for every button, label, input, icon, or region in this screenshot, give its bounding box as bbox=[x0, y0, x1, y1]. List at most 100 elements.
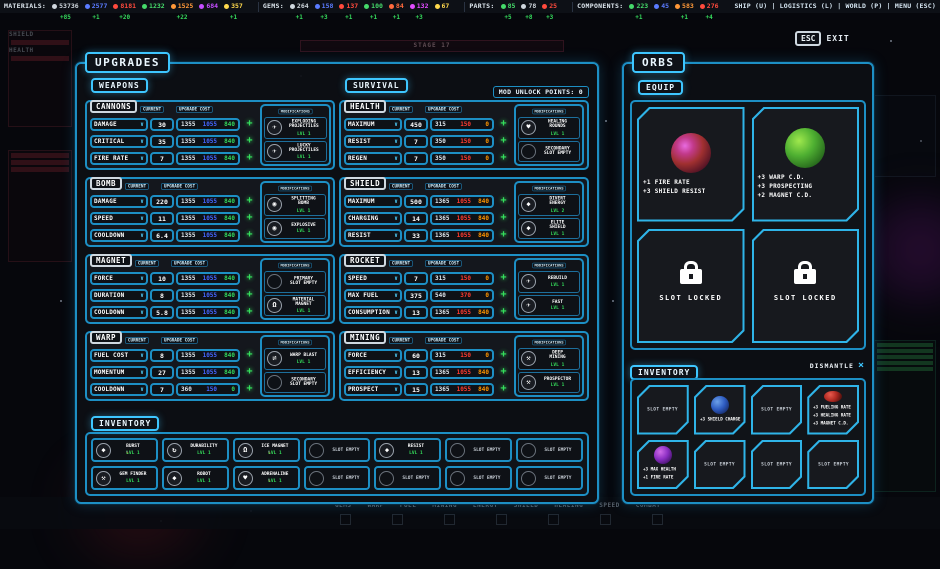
stat-dropdown-force[interactable]: FORCE∨ bbox=[90, 272, 148, 285]
stat-dropdown-speed[interactable]: SPEED∨ bbox=[90, 212, 148, 225]
stat-dropdown-cooldown[interactable]: COOLDOWN∨ bbox=[90, 306, 148, 319]
inventory-item-name: RESIST bbox=[401, 444, 431, 449]
mod-slot-exploding-projectiles[interactable]: ✈EXPLODING PROJECTILESLVL 1 bbox=[264, 117, 327, 139]
mod-slot-healing-rounds[interactable]: ♥HEALING ROUNDSLVL 1 bbox=[518, 117, 580, 139]
stat-dropdown-efficiency[interactable]: EFFICIENCY∨ bbox=[344, 366, 402, 379]
mod-slot-empty[interactable]: SECONDARY SLOT EMPTY bbox=[518, 141, 580, 163]
upgrade-plus-button[interactable]: + bbox=[496, 272, 511, 285]
inventory-slot-empty[interactable]: SLOT EMPTY bbox=[516, 438, 583, 462]
stat-dropdown-speed[interactable]: SPEED∨ bbox=[344, 272, 402, 285]
stat-dropdown-critical[interactable]: CRITICAL∨ bbox=[90, 135, 148, 148]
orb-inventory-slot-empty[interactable]: SLOT EMPTY bbox=[807, 440, 859, 490]
orb-stat-line: +1 FIRE RATE bbox=[643, 178, 706, 187]
mod-slot-explosive[interactable]: ◉EXPLOSIVELVL 1 bbox=[264, 218, 326, 240]
orb-inventory-slot[interactable]: +3 MAX HEALTH+1 FIRE RATE bbox=[637, 440, 689, 490]
upgrade-plus-button[interactable]: + bbox=[496, 152, 511, 165]
upgrade-plus-button[interactable]: + bbox=[496, 383, 511, 396]
inventory-item-ice-magnet[interactable]: ΩICE MAGNET★ LVL 1 bbox=[233, 438, 300, 462]
upgrade-plus-button[interactable]: + bbox=[496, 366, 511, 379]
upgrade-plus-button[interactable]: + bbox=[242, 383, 257, 396]
stat-dropdown-resist[interactable]: RESIST∨ bbox=[344, 135, 402, 148]
mod-slot-material-magnet[interactable]: ΩMATERIAL MAGNETLVL 1 bbox=[264, 295, 326, 317]
stat-dropdown-consumption[interactable]: CONSUMPTION∨ bbox=[344, 306, 402, 319]
stat-dropdown-fuel-cost[interactable]: FUEL COST∨ bbox=[90, 349, 148, 362]
orb-inventory-slot-empty[interactable]: SLOT EMPTY bbox=[637, 385, 689, 435]
chevron-down-icon: ∨ bbox=[140, 215, 144, 222]
mod-slot-elite-shield[interactable]: ◆ELITE SHIELDLVL 1 bbox=[518, 218, 580, 240]
orb-inventory-slot-empty[interactable]: SLOT EMPTY bbox=[694, 440, 746, 490]
mod-slot-splitting-bomb[interactable]: ◉SPLITTING BOMBLVL 1 bbox=[264, 194, 326, 216]
inventory-item-burst[interactable]: ◆BURST★ LVL 1 bbox=[91, 438, 158, 462]
stat-dropdown-resist[interactable]: RESIST∨ bbox=[344, 229, 402, 242]
chevron-down-icon: ∨ bbox=[140, 309, 144, 316]
chevron-down-icon: ∨ bbox=[140, 155, 144, 162]
stat-dropdown-duration[interactable]: DURATION∨ bbox=[90, 289, 148, 302]
mod-slot-prospector[interactable]: ⚒PROSPECTORLVL 1 bbox=[518, 372, 580, 394]
stat-dropdown-charging[interactable]: CHARGING∨ bbox=[344, 212, 402, 225]
inventory-item-resist[interactable]: ◆RESISTLVL 1 bbox=[374, 438, 441, 462]
upgrade-plus-button[interactable]: + bbox=[496, 212, 511, 225]
inventory-slot-empty[interactable]: SLOT EMPTY bbox=[516, 466, 583, 490]
upgrade-plus-button[interactable]: + bbox=[242, 152, 257, 165]
orb-inventory-slot[interactable]: +3 FUELING RATE+3 HEALING RATE+3 MAGNET … bbox=[807, 385, 859, 435]
mod-slot-rebuild[interactable]: ✈REBUILDLVL 1 bbox=[518, 271, 580, 293]
stat-dropdown-cooldown[interactable]: COOLDOWN∨ bbox=[90, 383, 148, 396]
stat-dropdown-damage[interactable]: DAMAGE∨ bbox=[90, 118, 148, 131]
mod-slot-fast[interactable]: ✈FASTLVL 1 bbox=[518, 295, 580, 317]
inventory-slot-empty[interactable]: SLOT EMPTY bbox=[374, 466, 441, 490]
orb-equip-slot[interactable]: +1 FIRE RATE+3 SHIELD RESIST bbox=[637, 107, 745, 222]
stat-dropdown-cooldown[interactable]: COOLDOWN∨ bbox=[90, 229, 148, 242]
mod-slot-deep-mining[interactable]: ⚒DEEP MININGLVL 1 bbox=[518, 348, 580, 370]
inventory-item-adrenaline[interactable]: ♥ADRENALINE★ LVL 1 bbox=[233, 466, 300, 490]
menu-links[interactable]: SHIP (U) | LOGISTICS (L) | WORLD (P) | M… bbox=[734, 0, 936, 13]
mod-slot-empty[interactable]: SECONDARY SLOT EMPTY bbox=[264, 372, 326, 394]
stat-dropdown-maximum[interactable]: MAXIMUM∨ bbox=[344, 118, 402, 131]
upgrade-plus-button[interactable]: + bbox=[496, 195, 511, 208]
stat-dropdown-fire-rate[interactable]: FIRE RATE∨ bbox=[90, 152, 148, 165]
upgrade-plus-button[interactable]: + bbox=[242, 272, 257, 285]
stat-dropdown-max-fuel[interactable]: MAX FUEL∨ bbox=[344, 289, 402, 302]
upgrade-plus-button[interactable]: + bbox=[496, 289, 511, 302]
upgrade-plus-button[interactable]: + bbox=[242, 306, 257, 319]
stat-dropdown-momentum[interactable]: MOMENTUM∨ bbox=[90, 366, 148, 379]
stat-dropdown-prospect[interactable]: PROSPECT∨ bbox=[344, 383, 402, 396]
cost-value: 1055 bbox=[203, 275, 217, 282]
upgrade-plus-button[interactable]: + bbox=[242, 212, 257, 225]
upgrade-plus-button[interactable]: + bbox=[242, 229, 257, 242]
dismantle-button[interactable]: DISMANTLE × bbox=[810, 361, 864, 371]
upgrade-plus-button[interactable]: + bbox=[496, 135, 511, 148]
inventory-slot-empty[interactable]: SLOT EMPTY bbox=[304, 466, 371, 490]
upgrade-plus-button[interactable]: + bbox=[242, 135, 257, 148]
mod-slot-lucky-projectiles[interactable]: ✈LUCKY PROJECTILESLVL 1 bbox=[264, 141, 327, 163]
stat-dropdown-damage[interactable]: DAMAGE∨ bbox=[90, 195, 148, 208]
mod-slot-warp-blast[interactable]: ⇌WARP BLASTLVL 1 bbox=[264, 348, 326, 370]
stat-dropdown-force[interactable]: FORCE∨ bbox=[344, 349, 402, 362]
mod-slot-empty[interactable]: PRIMARY SLOT EMPTY bbox=[264, 271, 326, 293]
inventory-item-robot[interactable]: ◆ROBOTLVL 1 bbox=[162, 466, 229, 490]
upgrade-plus-button[interactable]: + bbox=[496, 118, 511, 131]
upgrade-plus-button[interactable]: + bbox=[496, 306, 511, 319]
inventory-slot-empty[interactable]: SLOT EMPTY bbox=[304, 438, 371, 462]
upgrade-plus-button[interactable]: + bbox=[496, 349, 511, 362]
mod-slot-divert-energy[interactable]: ◆DIVERT ENERGYLVL 2 bbox=[518, 194, 580, 216]
orb-equip-slot-locked[interactable]: SLOT LOCKED bbox=[752, 229, 860, 344]
exit-button[interactable]: ESC EXIT bbox=[795, 31, 850, 46]
orb-inventory-slot-empty[interactable]: SLOT EMPTY bbox=[751, 440, 803, 490]
inventory-slot-empty[interactable]: SLOT EMPTY bbox=[445, 466, 512, 490]
upgrade-plus-button[interactable]: + bbox=[496, 229, 511, 242]
upgrade-plus-button[interactable]: + bbox=[242, 366, 257, 379]
upgrade-plus-button[interactable]: + bbox=[242, 349, 257, 362]
orb-inventory-slot-empty[interactable]: SLOT EMPTY bbox=[751, 385, 803, 435]
upgrade-plus-button[interactable]: + bbox=[242, 118, 257, 131]
stat-dropdown-regen[interactable]: REGEN∨ bbox=[344, 152, 402, 165]
material-value: 53736 bbox=[59, 0, 79, 13]
orb-inventory-slot[interactable]: +3 SHIELD CHARGE bbox=[694, 385, 746, 435]
orb-equip-slot-locked[interactable]: SLOT LOCKED bbox=[637, 229, 745, 344]
inventory-slot-empty[interactable]: SLOT EMPTY bbox=[445, 438, 512, 462]
stat-dropdown-maximum[interactable]: MAXIMUM∨ bbox=[344, 195, 402, 208]
upgrade-plus-button[interactable]: + bbox=[242, 289, 257, 302]
orb-equip-slot[interactable]: +3 WARP C.D.+3 PROSPECTING+2 MAGNET C.D. bbox=[752, 107, 860, 222]
inventory-item-gem-finder[interactable]: ⚒GEM FINDERLVL 1 bbox=[91, 466, 158, 490]
upgrade-plus-button[interactable]: + bbox=[242, 195, 257, 208]
inventory-item-durability[interactable]: ↻DURABILITYLVL 1 bbox=[162, 438, 229, 462]
